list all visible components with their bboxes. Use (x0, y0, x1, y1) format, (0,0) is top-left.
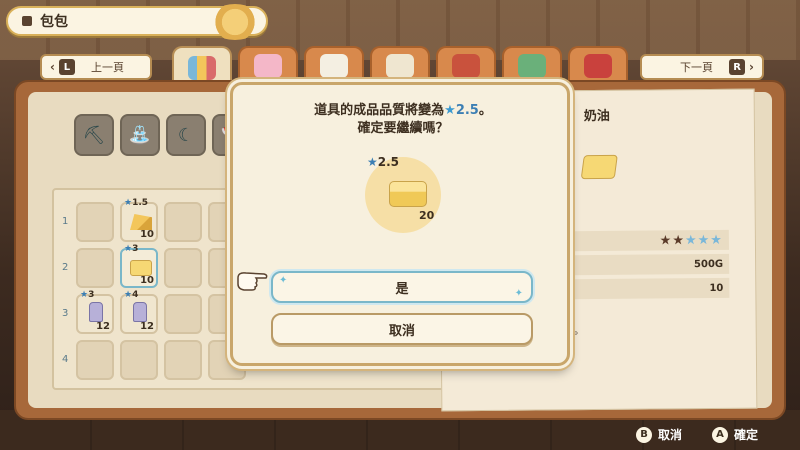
b-button-icon: B (636, 426, 652, 443)
quality-value: 2.5 (455, 103, 479, 118)
milk-icon (133, 302, 147, 322)
chevron-left-icon: ‹ (50, 60, 55, 74)
item-grade: ★3 (80, 290, 95, 300)
inventory-slot-milk[interactable]: ★3 12 (76, 290, 114, 334)
star-rating: ★★★★★ (660, 232, 723, 248)
footer-cancel-label: 取消 (658, 428, 683, 442)
detail-price: 500G (571, 253, 730, 276)
butter-icon (389, 181, 427, 207)
bag-title-bar: 包包 (6, 4, 268, 40)
inventory-slot[interactable] (164, 294, 202, 334)
quality-confirm-dialog: 道具的成品品質將變為★2.5。 確定要繼續嗎？ ★2.5 20 ✦ 是 ✦ 取消 (230, 82, 570, 366)
dialog-question: 確定要繼續嗎？ (357, 121, 449, 136)
shop-icon (452, 54, 480, 78)
next-page-button[interactable]: 下一頁 R › (640, 54, 764, 80)
sparkle-icon: ✦ (279, 275, 288, 286)
item-grade: ★3 (124, 244, 139, 254)
watering-can-icon: ⛲ (128, 124, 152, 146)
sickle-icon: ☾ (177, 124, 195, 146)
gift-icon (254, 54, 282, 78)
inventory-slot[interactable] (120, 340, 158, 380)
item-quantity: 12 (96, 321, 110, 332)
tool-row: ⛏ ⛲ ☾ 🪓 (74, 114, 254, 156)
row-number: 3 (62, 308, 69, 319)
cheese-icon (130, 214, 152, 230)
count-value: 10 (709, 282, 724, 294)
calendar-icon (584, 54, 612, 78)
inventory-slot[interactable] (164, 202, 202, 242)
tab-bar: ‹ L 上一頁 下一頁 R › (40, 46, 764, 88)
item-quantity: 12 (140, 321, 154, 332)
inventory-slot[interactable] (76, 248, 114, 288)
page-title: 包包 (40, 14, 68, 30)
footer-confirm-hint[interactable]: A 確定 (712, 426, 758, 443)
yes-button[interactable]: ✦ 是 ✦ (271, 271, 533, 303)
cancel-label: 取消 (388, 323, 415, 339)
result-quantity: 20 (419, 209, 435, 222)
star-empty-icon: ★ (697, 232, 711, 248)
tool-slot-pickaxe[interactable]: ⛏ (74, 114, 114, 156)
result-grade: ★2.5 (367, 155, 400, 169)
tab-letter[interactable] (304, 46, 364, 84)
book-icon (518, 54, 546, 78)
detail-count: 10 (571, 277, 730, 300)
pointing-hand-cursor-icon (237, 272, 268, 291)
tool-slot-watering-can[interactable]: ⛲ (120, 114, 160, 156)
cancel-button[interactable]: 取消 (271, 313, 533, 345)
row-number: 4 (62, 354, 69, 365)
letter-icon (320, 54, 348, 78)
next-page-label: 下一頁 (680, 61, 714, 74)
l-button-icon: L (58, 59, 75, 75)
footer-cancel-hint[interactable]: B 取消 (636, 426, 682, 443)
row-number: 1 (62, 216, 69, 227)
milk-icon (89, 302, 103, 322)
inventory-slot[interactable] (76, 202, 114, 242)
sparkle-icon: ✦ (514, 288, 523, 299)
tab-shop[interactable] (436, 46, 496, 84)
price-value: 500G (693, 258, 724, 270)
tab-gift[interactable] (238, 46, 298, 84)
item-grade: ★4 (124, 290, 139, 300)
tool-slot-sickle[interactable]: ☾ (166, 114, 206, 156)
bag-icon (188, 56, 216, 80)
row-number: 2 (62, 262, 69, 273)
prev-page-button[interactable]: ‹ L 上一頁 (40, 54, 152, 80)
tab-calendar[interactable] (568, 46, 628, 84)
prev-page-label: 上一頁 (90, 61, 124, 74)
r-button-icon: R (729, 59, 746, 75)
inventory-slot[interactable] (76, 340, 114, 380)
star-empty-icon: ★ (684, 232, 698, 248)
detail-quality-stars: ★★★★★ (570, 229, 730, 252)
star-empty-icon: ★ (710, 232, 723, 248)
quality-star-icon: ★ (444, 103, 456, 118)
tab-book[interactable] (502, 46, 562, 84)
pickaxe-icon: ⛏ (82, 124, 106, 146)
menu-list-icon (22, 16, 32, 26)
inventory-slot[interactable] (164, 248, 202, 288)
rope-emblem-icon (208, 4, 262, 40)
detail-note: 。 (574, 326, 584, 337)
item-quantity: 10 (140, 275, 154, 286)
chevron-right-icon: › (749, 60, 754, 74)
a-button-icon: A (712, 426, 728, 443)
item-grade: ★1.5 (124, 198, 149, 208)
star-filled-icon: ★ (659, 232, 673, 248)
item-quantity: 10 (140, 229, 154, 240)
star-filled-icon: ★ (672, 232, 686, 248)
yes-label: 是 (395, 281, 409, 297)
butter-icon (130, 260, 152, 276)
inventory-slot-milk[interactable]: ★4 12 (120, 290, 158, 334)
dialog-message: 道具的成品品質將變為★2.5。 (314, 103, 492, 118)
inventory-slot[interactable] (164, 340, 202, 380)
detail-item-name: 奶油 (583, 108, 610, 125)
footer-confirm-label: 確定 (734, 428, 759, 442)
tab-envelope[interactable] (370, 46, 430, 84)
envelope-icon (386, 54, 414, 78)
inventory-slot-cheese[interactable]: ★1.5 10 (120, 198, 158, 242)
butter-icon (580, 154, 618, 180)
inventory-slot-butter[interactable]: ★3 10 (120, 244, 158, 288)
